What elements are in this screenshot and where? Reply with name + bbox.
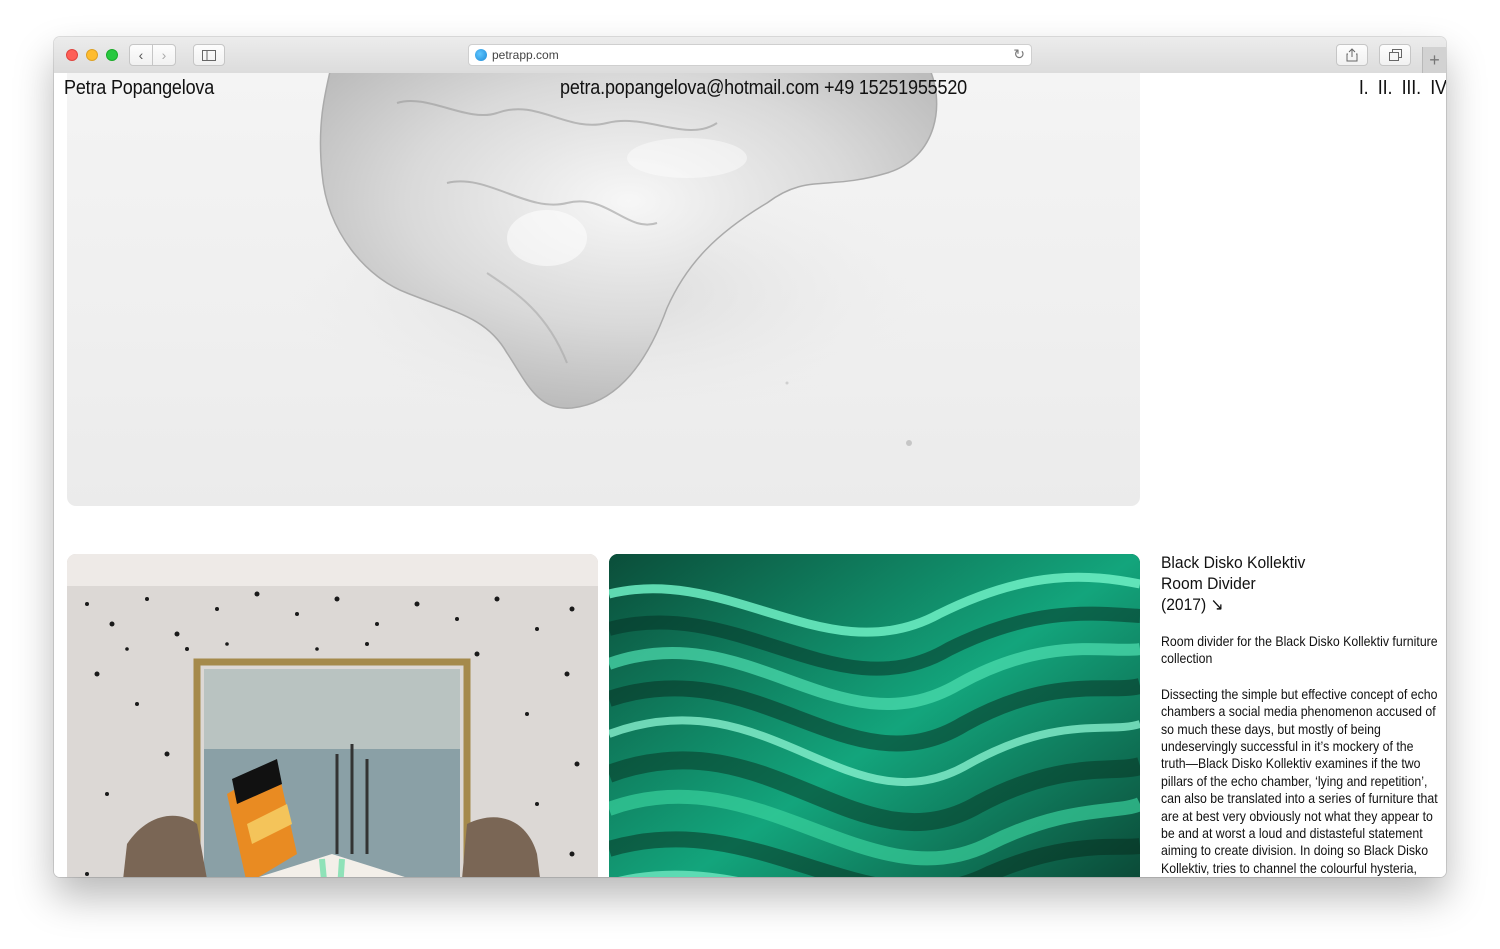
sidebar-toggle-button[interactable] xyxy=(193,44,225,66)
contact-info[interactable]: petra.popangelova@hotmail.com +49 152519… xyxy=(560,77,967,100)
page-content: Petra Popangelova petra.popangelova@hotm… xyxy=(54,73,1446,877)
chevron-left-icon: ‹ xyxy=(138,47,144,63)
close-window-button[interactable] xyxy=(66,49,78,61)
browser-window: ‹ › petrapp.com ↻ + Petra Popangelova pe… xyxy=(54,37,1446,877)
project-intro: Room divider for the Black Disko Kollekt… xyxy=(1161,633,1438,667)
url-text: petrapp.com xyxy=(492,48,559,62)
nav-item-3[interactable]: III. xyxy=(1401,77,1420,99)
site-owner-name[interactable]: Petra Popangelova xyxy=(64,77,214,100)
section-nav: I. II. III. IV. V. xyxy=(1354,77,1446,100)
new-tab-button[interactable]: + xyxy=(1422,47,1446,73)
project-title: Black Disko Kollektiv xyxy=(1161,553,1306,572)
plus-icon: + xyxy=(1429,49,1440,70)
sidebar-icon xyxy=(202,49,216,61)
share-button[interactable] xyxy=(1336,44,1368,66)
nav-item-4[interactable]: IV. xyxy=(1430,77,1446,99)
project-info: Black Disko Kollektiv Room Divider (2017… xyxy=(1161,552,1441,877)
artwork-image-room-divider xyxy=(67,554,598,877)
tabs-icon xyxy=(1388,49,1402,61)
share-icon xyxy=(1346,48,1358,62)
minimize-window-button[interactable] xyxy=(86,49,98,61)
reload-icon[interactable]: ↻ xyxy=(1013,46,1025,63)
globe-icon xyxy=(475,49,487,61)
project-year: (2017) ↘ xyxy=(1161,595,1224,614)
browser-toolbar: ‹ › petrapp.com ↻ + xyxy=(54,37,1446,74)
project-subtitle: Room Divider xyxy=(1161,574,1256,593)
artwork-image-green-metallic xyxy=(609,554,1140,877)
nav-item-2[interactable]: II. xyxy=(1377,77,1392,99)
chevron-right-icon: › xyxy=(161,47,167,63)
artwork-image-glass xyxy=(67,73,1140,506)
show-tabs-button[interactable] xyxy=(1379,44,1411,66)
zoom-window-button[interactable] xyxy=(106,49,118,61)
address-bar[interactable]: petrapp.com ↻ xyxy=(468,44,1032,66)
back-button[interactable]: ‹ xyxy=(129,44,153,66)
nav-item-1[interactable]: I. xyxy=(1358,77,1368,99)
project-description: Dissecting the simple but effective conc… xyxy=(1161,685,1438,876)
forward-button[interactable]: › xyxy=(152,44,176,66)
